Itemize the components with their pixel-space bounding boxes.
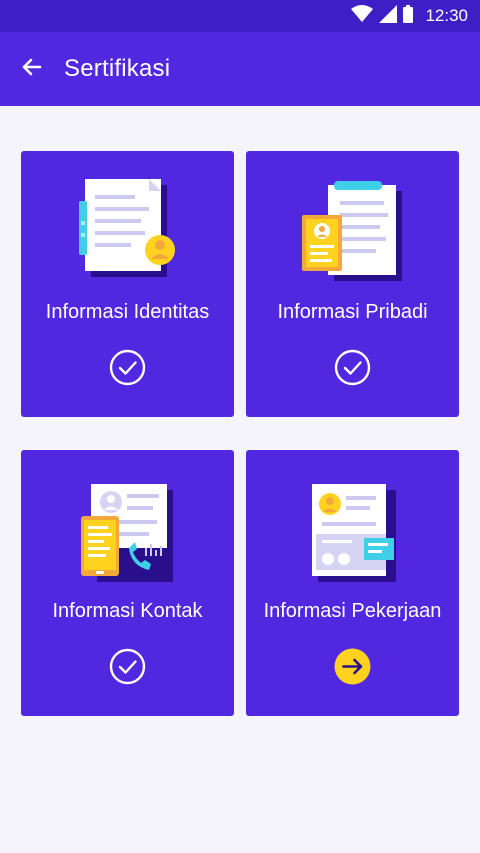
job-document-icon: [312, 484, 396, 582]
card-label: Informasi Pekerjaan: [263, 600, 442, 622]
page-title: Sertifikasi: [64, 55, 171, 82]
card-informasi-kontak[interactable]: Informasi Kontak: [21, 450, 234, 716]
arrow-right-circle-icon[interactable]: [334, 648, 371, 685]
status-icons: 12:30: [351, 0, 468, 32]
status-time: 12:30: [425, 6, 468, 25]
back-button[interactable]: [12, 49, 52, 89]
identity-document-icon: [79, 179, 175, 277]
wifi-icon: [351, 4, 374, 28]
card-label: Informasi Pribadi: [277, 301, 428, 323]
card-label: Informasi Identitas: [45, 301, 210, 323]
signal-icon: [379, 4, 398, 28]
check-circle-icon: [334, 349, 371, 386]
card-label: Informasi Kontak: [52, 600, 203, 622]
card-informasi-pribadi[interactable]: Informasi Pribadi: [246, 151, 459, 417]
status-bar: 12:30: [0, 0, 480, 32]
personal-info-clipboard-icon: [302, 181, 402, 281]
card-informasi-identitas[interactable]: Informasi Identitas: [21, 151, 234, 417]
contact-phone-icon: [81, 484, 173, 582]
battery-icon: [403, 4, 414, 28]
arrow-left-icon: [20, 55, 44, 84]
app-bar: Sertifikasi: [0, 32, 480, 106]
check-circle-icon: [109, 648, 146, 685]
card-informasi-pekerjaan[interactable]: Informasi Pekerjaan: [246, 450, 459, 716]
check-circle-icon: [109, 349, 146, 386]
